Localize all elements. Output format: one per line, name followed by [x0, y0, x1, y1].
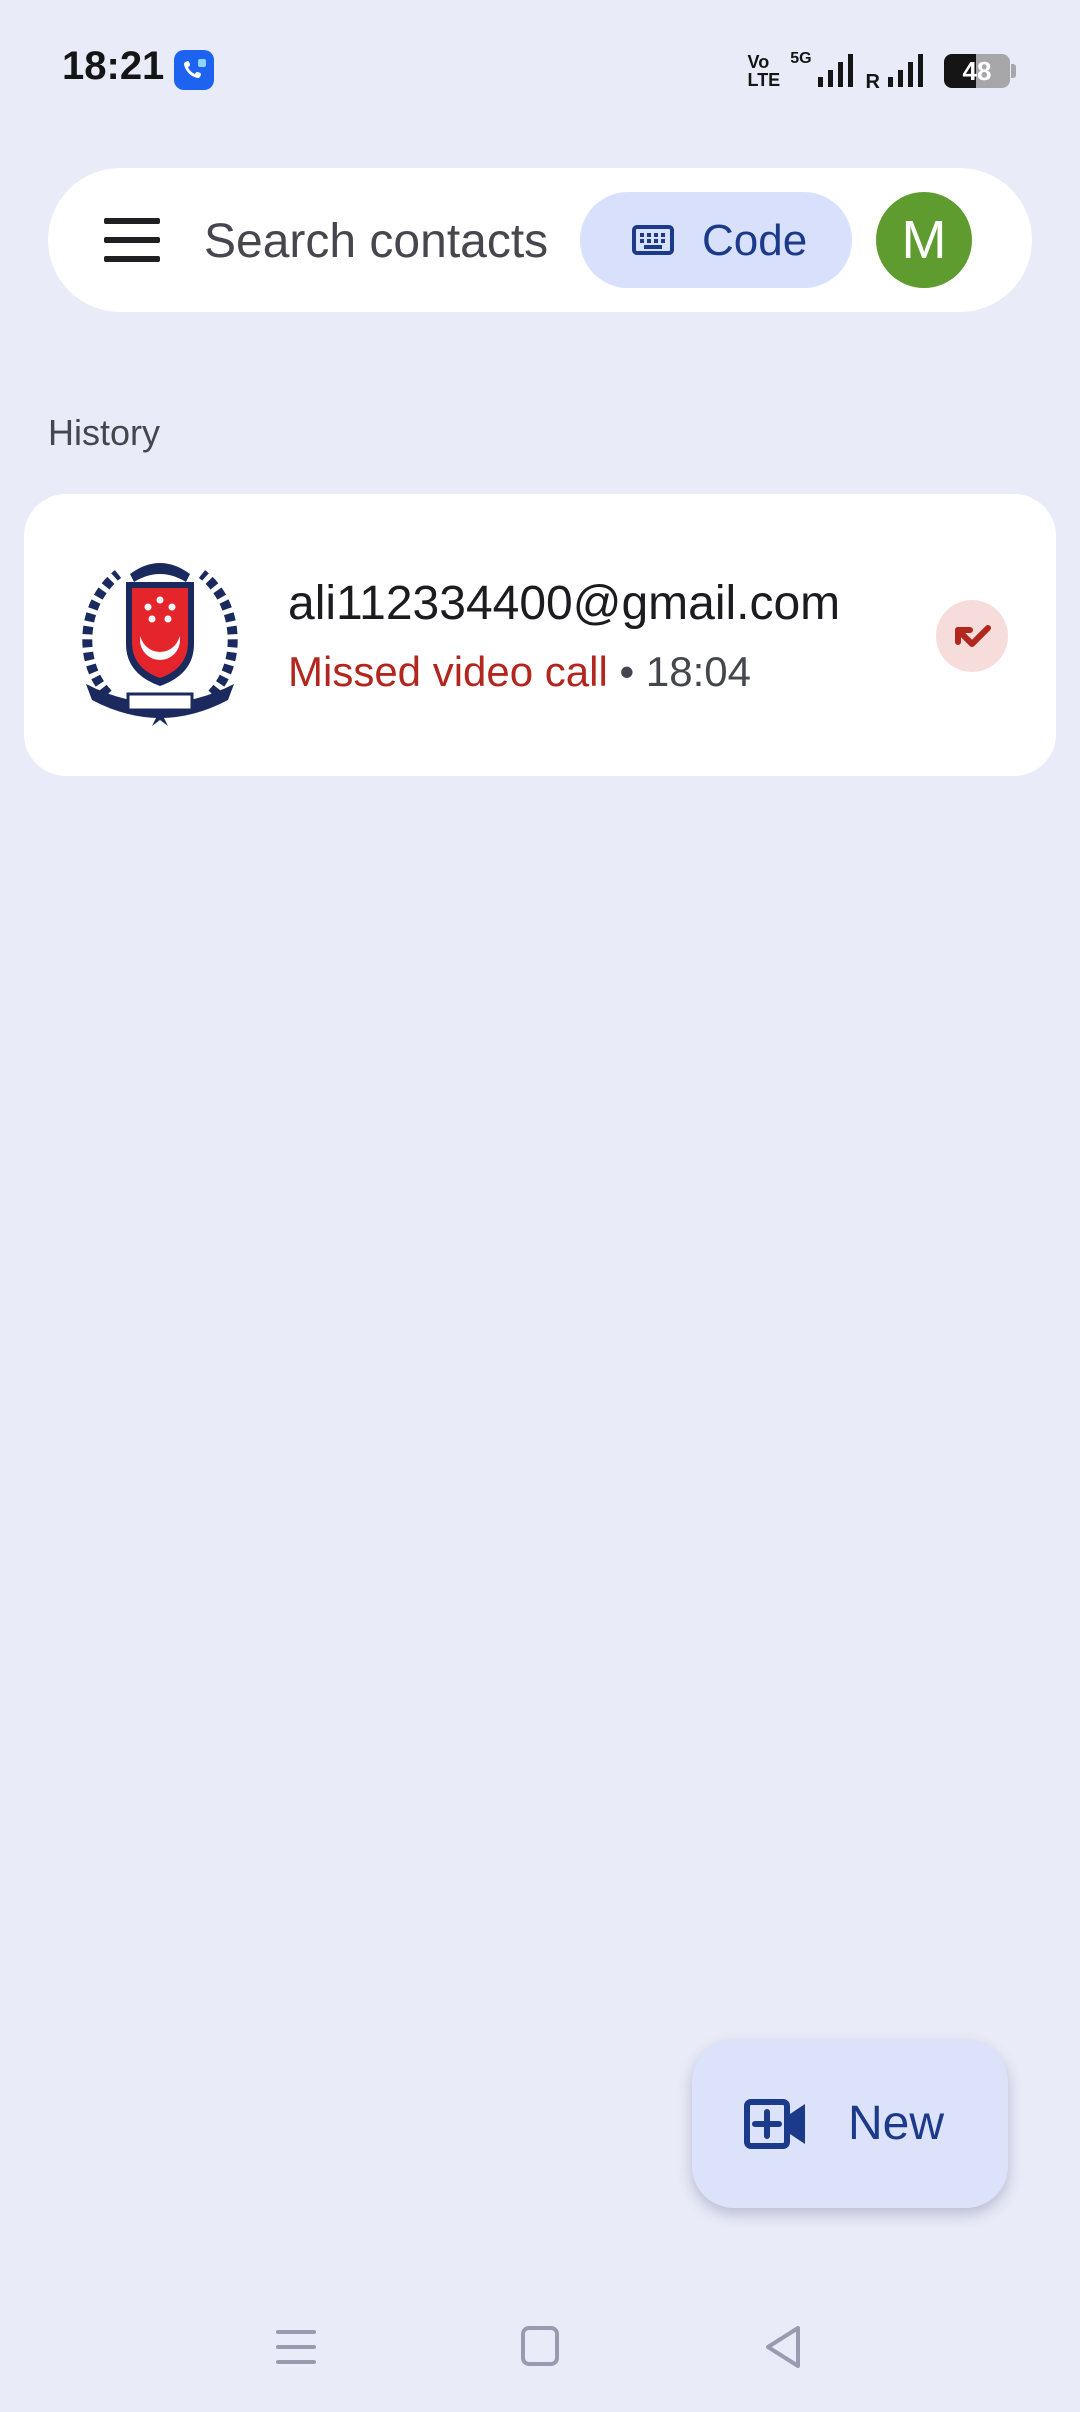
signal-icon-2: [886, 51, 926, 91]
contact-name: ali112334400@gmail.com: [288, 577, 841, 630]
history-section-title: History: [48, 412, 161, 453]
network-type: 5G: [790, 50, 812, 67]
police-crest-logo: [82, 563, 238, 726]
recents-icon[interactable]: [266, 2322, 326, 2372]
fab-label: New: [848, 2097, 945, 2150]
screen: 18:21 Vo LTE 5G R 48 Search contacts Cod…: [0, 0, 1080, 2412]
volte-line2: LTE: [747, 70, 781, 90]
search-input[interactable]: Search contacts: [204, 214, 548, 269]
call-meta: Missed video call • 18:04: [288, 648, 751, 696]
battery-level: 48: [962, 56, 992, 86]
status-icons: Vo LTE 5G R 48: [748, 46, 1016, 96]
volte-line1: Vo: [747, 52, 770, 72]
missed-call-button[interactable]: [936, 600, 1008, 672]
battery-cap: [1011, 64, 1016, 78]
search-bar[interactable]: Search contacts Code M: [48, 168, 1032, 312]
roaming-indicator: R: [865, 71, 880, 93]
signal-icon: [816, 51, 856, 91]
avatar[interactable]: M: [876, 192, 972, 288]
back-icon[interactable]: [754, 2322, 814, 2372]
battery-icon: 48: [944, 54, 1010, 88]
keyboard-icon: [632, 225, 674, 255]
missed-call-icon: [955, 625, 991, 647]
call-status: Missed video call: [288, 648, 608, 695]
add-video-call-icon: [744, 2099, 805, 2149]
status-time: 18:21: [62, 44, 165, 88]
phone-app-icon: [174, 50, 214, 90]
call-time: 18:04: [645, 648, 751, 695]
hamburger-menu-icon[interactable]: [104, 218, 160, 262]
home-icon[interactable]: [510, 2322, 570, 2372]
code-button[interactable]: Code: [580, 192, 852, 288]
code-label: Code: [702, 216, 808, 265]
navigation-bar: [0, 2300, 1080, 2412]
meta-separator: •: [607, 648, 646, 695]
list-item[interactable]: ali112334400@gmail.com Missed video call…: [24, 494, 1056, 776]
status-bar: 18:21 Vo LTE 5G R 48: [0, 0, 1080, 140]
new-call-button[interactable]: New: [692, 2040, 1008, 2208]
volte-indicator: Vo LTE: [748, 53, 781, 89]
